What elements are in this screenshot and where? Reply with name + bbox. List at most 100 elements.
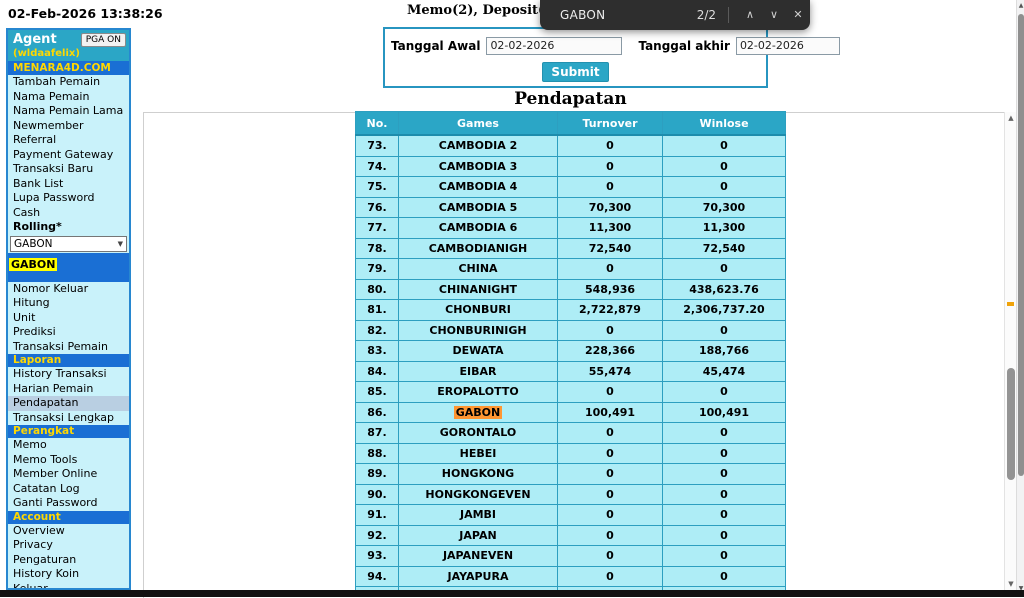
sidebar-item-memo-tools[interactable]: Memo Tools (8, 453, 129, 468)
date-filter-panel: Tanggal Awal Tanggal akhir Submit (383, 27, 840, 88)
sidebar-item-pengaturan[interactable]: Pengaturan (8, 553, 129, 568)
browser-scrollbar-thumb[interactable] (1018, 14, 1024, 476)
sidebar-item-rolling[interactable]: Rolling* (8, 220, 129, 235)
pendapatan-table: No. Games Turnover Winlose 73. CAMBODIA 2… (355, 111, 786, 590)
table-row: 89. HONGKONG 0 0 (355, 463, 786, 485)
winlose-value: 0 (662, 442, 786, 464)
sidebar-item-pendapatan[interactable]: Pendapatan (8, 396, 129, 411)
find-query-text[interactable]: GABON (560, 8, 605, 22)
winlose-value: 100,491 (662, 401, 786, 423)
table-row: 91. JAMBI 0 0 (355, 504, 786, 526)
sidebar-section-laporan: Laporan (8, 354, 129, 367)
game-name: CHONBURI (398, 299, 558, 321)
turnover-value: 0 (557, 176, 663, 198)
game-name: EIBAR (398, 360, 558, 382)
agent-label: Agent (13, 32, 57, 47)
sidebar-item-transaksi-baru[interactable]: Transaksi Baru (8, 162, 129, 177)
start-date-input[interactable] (486, 36, 623, 55)
sidebar-item-nomor-keluar[interactable]: Nomor Keluar (8, 282, 129, 297)
sidebar-item-harian-pemain[interactable]: Harian Pemain (8, 382, 129, 397)
game-name: CHONBURINIGH (398, 319, 558, 341)
winlose-value: 0 (662, 422, 786, 444)
turnover-value: 548,936 (557, 278, 663, 300)
rolling-option-gabon[interactable]: GABON (9, 257, 58, 271)
sidebar-item-member-online[interactable]: Member Online (8, 467, 129, 482)
close-icon[interactable]: ✕ (786, 0, 810, 30)
game-name: CAMBODIA 6 (398, 217, 558, 239)
winlose-value: 0 (662, 565, 786, 587)
row-number: 75. (355, 176, 399, 198)
row-number: 80. (355, 278, 399, 300)
sidebar-item-privacy[interactable]: Privacy (8, 538, 129, 553)
sidebar-item-transaksi-pemain[interactable]: Transaksi Pemain (8, 340, 129, 355)
row-number: 73. (355, 134, 399, 157)
sidebar-item-ganti-password[interactable]: Ganti Password (8, 496, 129, 511)
sidebar-item-newmember[interactable]: Newmember (8, 119, 129, 134)
chevron-down-icon[interactable]: ∨ (762, 0, 786, 30)
sidebar-header: Agent PGA ON (wldaafelix) (8, 30, 129, 61)
game-name: GABON (398, 401, 558, 423)
sidebar-item-lupa-password[interactable]: Lupa Password (8, 191, 129, 206)
turnover-value: 0 (557, 381, 663, 403)
sidebar-item-memo[interactable]: Memo (8, 438, 129, 453)
scroll-up-icon[interactable]: ▲ (1017, 2, 1024, 9)
turnover-value: 0 (557, 155, 663, 177)
winlose-value: 0 (662, 134, 786, 157)
start-date-label: Tanggal Awal (391, 38, 481, 53)
sidebar-item-transaksi-lengkap[interactable]: Transaksi Lengkap (8, 411, 129, 426)
sidebar-item-domain[interactable]: MENARA4D.COM (8, 61, 129, 75)
game-name: HONGKONGEVEN (398, 483, 558, 505)
table-row: 84. EIBAR 55,474 45,474 (355, 360, 786, 382)
table-row: 74. CAMBODIA 300 (355, 155, 786, 177)
sidebar-item-unit[interactable]: Unit (8, 311, 129, 326)
row-number: 84. (355, 360, 399, 382)
row-number: 90. (355, 483, 399, 505)
table-row: 86. GABON 100,491 100,491 (355, 401, 786, 423)
end-date-input[interactable] (735, 36, 840, 55)
sidebar-item-keluar[interactable]: Keluar (8, 582, 129, 589)
rolling-select-value: GABON (14, 237, 53, 250)
date-filter-row: Tanggal Awal Tanggal akhir (385, 29, 840, 59)
sidebar-item-overview[interactable]: Overview (8, 524, 129, 539)
winlose-value: 2,306,737.20 (662, 299, 786, 321)
find-bar: GABON 2/2 ∧ ∨ ✕ (540, 0, 810, 30)
winlose-value: 0 (662, 155, 786, 177)
sidebar-item-catatan-log[interactable]: Catatan Log (8, 482, 129, 497)
winlose-value: 0 (662, 176, 786, 198)
sidebar-item-cash[interactable]: Cash (8, 206, 129, 221)
table-row: 87. GORONTALO 0 0 (355, 422, 786, 444)
sidebar-item-prediksi[interactable]: Prediksi (8, 325, 129, 340)
sidebar-item-bank-list[interactable]: Bank List (8, 177, 129, 192)
turnover-value: 0 (557, 442, 663, 464)
browser-scrollbar[interactable]: ▲ ▼ (1016, 0, 1024, 597)
game-name: CAMBODIA 2 (398, 134, 558, 157)
row-number: 89. (355, 463, 399, 485)
sidebar-item-nama-pemain-lama[interactable]: Nama Pemain Lama (8, 104, 129, 119)
row-number: 77. (355, 217, 399, 239)
col-header-turnover: Turnover (557, 111, 663, 136)
winlose-value: 0 (662, 319, 786, 341)
taskbar-strip (0, 590, 1024, 597)
sidebar-item-hitung[interactable]: Hitung (8, 296, 129, 311)
table-row: 88. HEBEI 0 0 (355, 442, 786, 464)
rolling-select[interactable]: GABON ▼ (10, 235, 127, 252)
turnover-value: 55,474 (557, 360, 663, 382)
chevron-up-icon[interactable]: ∧ (738, 0, 762, 30)
table-row: 80. CHINANIGHT 548,936 438,623.76 (355, 278, 786, 300)
turnover-value: 0 (557, 422, 663, 444)
col-header-winlose: Winlose (662, 111, 786, 136)
sidebar-item-referral[interactable]: Referral (8, 133, 129, 148)
sidebar-item-history-transaksi[interactable]: History Transaksi (8, 367, 129, 382)
pga-toggle-button[interactable]: PGA ON (80, 32, 126, 47)
frame-scrollbar-thumb[interactable] (1007, 368, 1015, 480)
sidebar-item-history-koin[interactable]: History Koin (8, 567, 129, 582)
sidebar-item-tambah-pemain[interactable]: Tambah Pemain (8, 75, 129, 90)
sidebar-item-nama-pemain[interactable]: Nama Pemain (8, 90, 129, 105)
turnover-value: 0 (557, 319, 663, 341)
row-number: 87. (355, 422, 399, 444)
row-number: 83. (355, 340, 399, 362)
sidebar-item-payment-gateway[interactable]: Payment Gateway (8, 148, 129, 163)
row-number: 92. (355, 524, 399, 546)
table-row: 75. CAMBODIA 400 (355, 176, 786, 198)
submit-button[interactable]: Submit (542, 62, 609, 82)
